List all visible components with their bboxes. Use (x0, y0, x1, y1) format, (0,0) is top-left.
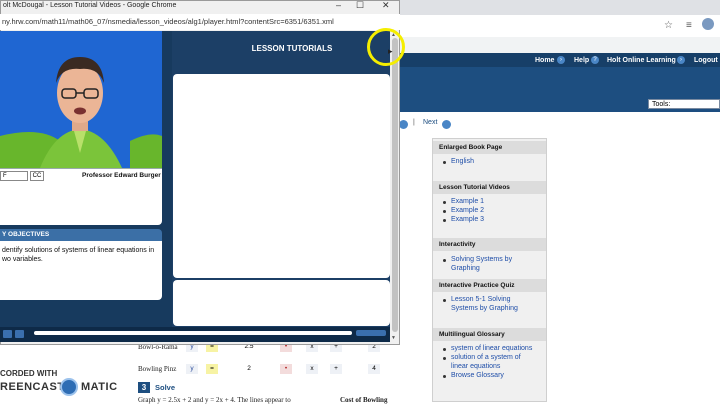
nav-home[interactable]: Home (535, 57, 554, 64)
objectives-text: dentify solutions of systems of linear e… (2, 247, 155, 263)
bullet (443, 259, 446, 262)
presenter-image (0, 31, 162, 168)
section-head: Interactive Practice Quiz (433, 279, 546, 292)
bullet (443, 210, 446, 213)
link-quiz[interactable]: Lesson 5-1 Solving (451, 295, 511, 304)
cell-plus: + (330, 364, 342, 374)
link-example-2[interactable]: Example 2 (451, 206, 484, 215)
video-frame[interactable] (0, 31, 162, 168)
holt-icon: › (677, 56, 685, 64)
step-label: Solve (155, 383, 176, 392)
bullet (443, 219, 446, 222)
stop-button[interactable] (15, 330, 24, 338)
popup-url-bar[interactable]: ny.hrw.com/math11/math06_07/nsmedia/less… (0, 14, 400, 30)
link-example-1[interactable]: Example 1 (451, 197, 484, 206)
next-icon[interactable] (442, 120, 451, 129)
nav-logout[interactable]: Logout (694, 57, 718, 64)
cc-button[interactable]: CC (30, 171, 44, 181)
link-english[interactable]: English (451, 157, 474, 166)
watermark-recorded: CORDED WITH (0, 369, 58, 378)
bullet (443, 299, 446, 302)
graph-instruction: Graph y = 2.5x + 2 and y = 2x + 4. The l… (138, 396, 291, 404)
screencast-logo-icon (60, 378, 78, 396)
play-button[interactable] (3, 330, 12, 338)
star-icon[interactable]: ☆ (664, 20, 673, 31)
cursor-highlight-ring (367, 28, 405, 66)
avatar[interactable] (702, 18, 714, 30)
cell-y: y (186, 364, 198, 374)
tools-select[interactable]: Tools: (648, 99, 720, 109)
volume-slider[interactable] (356, 330, 386, 336)
minimize-button[interactable]: – (336, 0, 341, 10)
cell-rate: 2 (242, 364, 256, 374)
section-head: Multilingual Glossary (433, 328, 546, 341)
bullet (443, 201, 446, 204)
prev-icon[interactable] (399, 120, 408, 129)
reading-list-icon[interactable]: ≡ (686, 20, 692, 31)
row-label-bowling-pinz: Bowling Pinz (138, 365, 177, 373)
cell-times: • (280, 364, 292, 374)
bullet (443, 161, 446, 164)
bullet (443, 357, 446, 360)
nav-separator: | (413, 119, 415, 126)
link-glossary-2-cont[interactable]: linear equations (451, 362, 500, 371)
professor-name: Professor Edward Burger (82, 172, 161, 179)
tutorial-notes-panel (173, 280, 390, 326)
step-badge: 3 (138, 382, 150, 393)
resources-panel: Enlarged Book Page English Lesson Tutori… (432, 138, 547, 402)
section-head: Interactivity (433, 238, 546, 251)
caption-field[interactable]: F (0, 171, 28, 181)
progress-track[interactable] (34, 331, 352, 335)
close-button[interactable]: ✕ (382, 0, 390, 11)
section-head: Enlarged Book Page (433, 141, 546, 154)
link-interactivity[interactable]: Solving Systems by (451, 255, 512, 264)
tutorial-content-panel (173, 74, 390, 278)
help-icon: ? (591, 56, 599, 64)
link-example-3[interactable]: Example 3 (451, 215, 484, 224)
bullet (443, 375, 446, 378)
watermark-screencast: REENCAST (0, 381, 65, 393)
scroll-down-icon[interactable]: ▼ (391, 335, 396, 341)
link-interactivity-cont[interactable]: Graphing (451, 264, 480, 273)
section-head: Lesson Tutorial Videos (433, 181, 546, 194)
objectives-title: Y OBJECTIVES (2, 231, 50, 238)
maximize-button[interactable]: ☐ (356, 0, 364, 11)
link-glossary-1[interactable]: system of linear equations (451, 344, 532, 353)
next-link[interactable]: Next (423, 119, 437, 126)
link-quiz-cont[interactable]: Systems by Graphing (451, 304, 518, 313)
link-browse-glossary[interactable]: Browse Glossary (451, 371, 504, 380)
link-glossary-2[interactable]: solution of a system of (451, 353, 521, 362)
nav-holt-online[interactable]: Holt Online Learning (607, 57, 676, 64)
watermark-matic: MATIC (81, 381, 118, 393)
cell-x: x (306, 364, 318, 374)
popup-scroll-thumb[interactable] (392, 38, 398, 332)
home-icon: › (557, 56, 565, 64)
cost-chart-title: Cost of Bowling (340, 396, 388, 404)
cell-fee: 4 (368, 364, 380, 374)
tools-label: Tools: (652, 101, 671, 108)
nav-help[interactable]: Help (574, 57, 589, 64)
bullet (443, 348, 446, 351)
notes-panel (0, 186, 162, 225)
cell-equals: = (206, 364, 218, 374)
